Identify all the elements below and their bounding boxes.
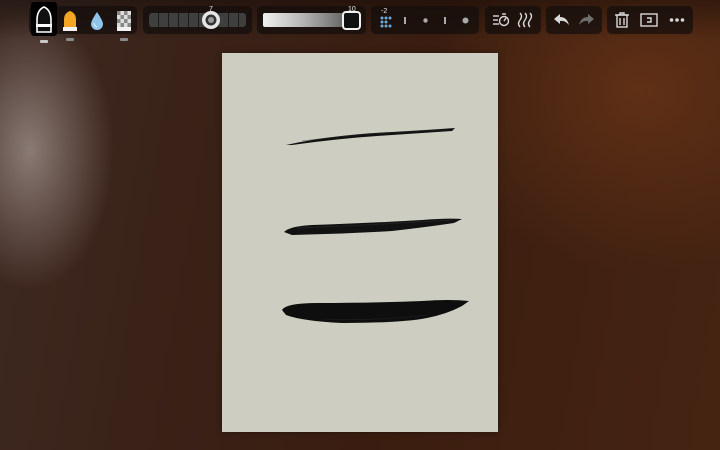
top-toolbar: 7 10 -2 [0, 0, 720, 43]
opacity-slider-handle[interactable] [342, 11, 361, 30]
texture-indicator [120, 38, 128, 41]
stroke-steps-group: -2 [371, 6, 479, 34]
water-drop-icon[interactable] [89, 11, 105, 31]
history-group [546, 6, 602, 34]
canvas-strokes [282, 128, 469, 323]
brush-settings-group [485, 6, 541, 34]
smoothing-waves-icon[interactable] [517, 11, 535, 29]
step-marker-2[interactable] [423, 18, 428, 23]
step-marker-3[interactable] [444, 17, 447, 24]
brush-stroke-thick [282, 300, 469, 323]
step-marker-4[interactable] [462, 17, 469, 24]
opacity-slider-track[interactable] [263, 13, 349, 27]
crop-frame-icon[interactable] [640, 12, 658, 28]
undo-icon[interactable] [553, 11, 571, 29]
dot-grid-icon[interactable] [379, 15, 393, 29]
pressure-settings-icon[interactable] [492, 11, 510, 29]
step-marker-1[interactable] [404, 17, 407, 24]
size-slider-group: 7 [143, 6, 252, 34]
brush-icon[interactable] [31, 2, 57, 36]
opacity-slider-group: 10 [257, 6, 366, 34]
size-slider-handle[interactable] [201, 10, 221, 30]
size-slider-track[interactable] [149, 13, 246, 27]
checker-texture-icon[interactable] [117, 11, 131, 31]
stroke-steps-label: -2 [381, 8, 388, 15]
eraser-icon[interactable] [62, 10, 78, 32]
more-dots-icon[interactable] [669, 17, 685, 23]
trash-icon[interactable] [614, 11, 630, 29]
eraser-indicator [66, 38, 74, 41]
tool-group [29, 2, 137, 43]
brush-active-indicator [40, 40, 48, 43]
drawing-canvas[interactable] [222, 53, 498, 432]
redo-icon[interactable] [577, 11, 595, 29]
canvas-actions-group [607, 6, 693, 34]
